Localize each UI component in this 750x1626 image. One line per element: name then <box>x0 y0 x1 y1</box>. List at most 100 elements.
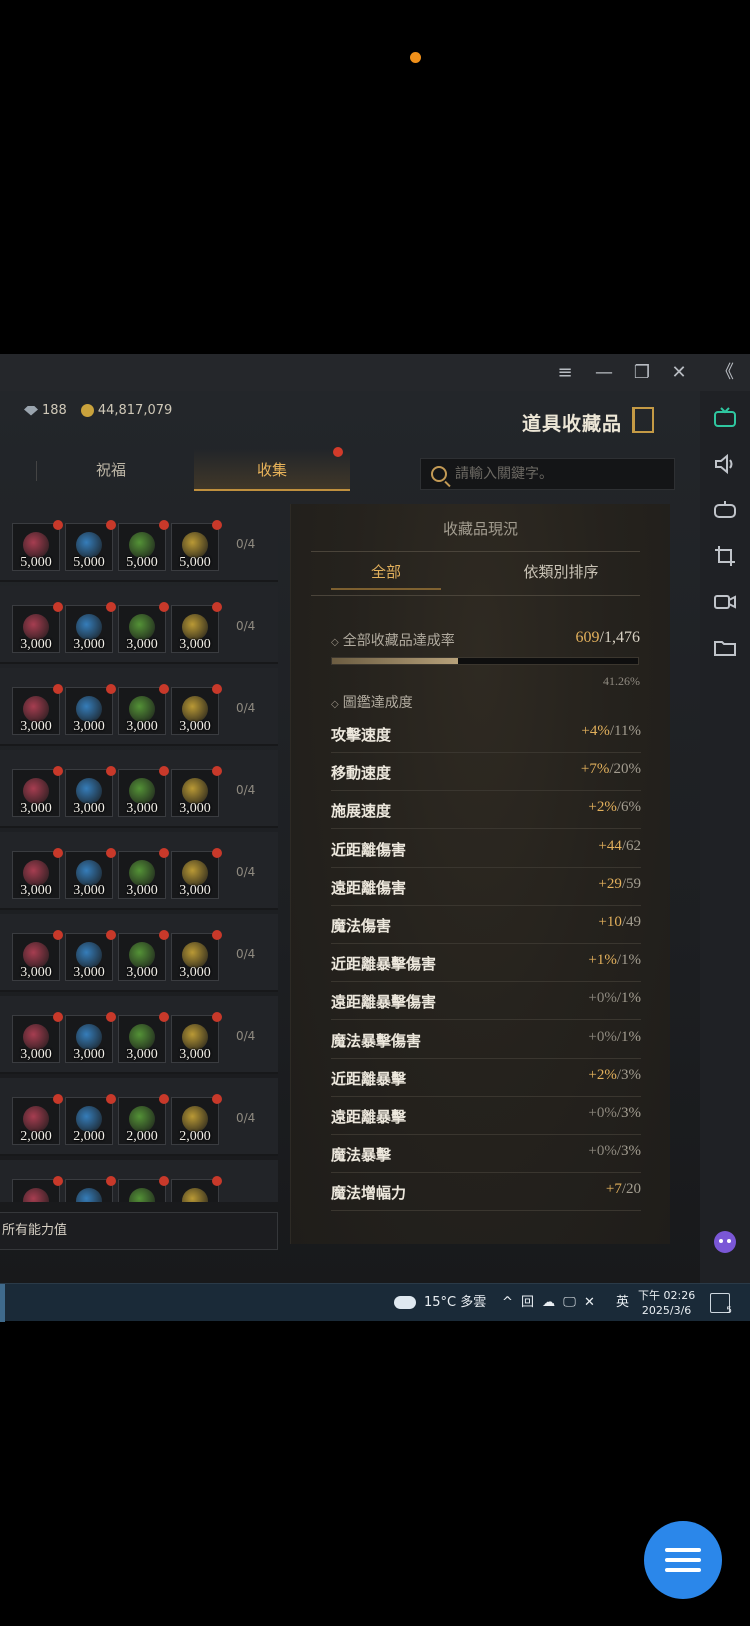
stat-name: 施展速度 <box>331 802 392 821</box>
collection-item-slot[interactable]: 3,000 <box>171 930 222 981</box>
assistant-icon[interactable] <box>712 1229 738 1255</box>
live-icon[interactable] <box>712 405 738 431</box>
collection-item-slot[interactable] <box>65 1176 116 1202</box>
collection-item-slot[interactable]: 3,000 <box>12 766 63 817</box>
collection-item-slot[interactable]: 3,000 <box>118 1012 169 1063</box>
collection-item-slot[interactable]: 2,000 <box>171 1094 222 1145</box>
tab-blessing[interactable]: 祝福 <box>36 449 186 491</box>
minimize-icon[interactable]: — <box>591 360 617 386</box>
exit-icon[interactable] <box>632 407 654 433</box>
collection-item-slot[interactable]: 3,000 <box>12 602 63 653</box>
collection-item-slot[interactable]: 3,000 <box>12 1012 63 1063</box>
collection-item-slot[interactable]: 3,000 <box>65 766 116 817</box>
collection-item-slot[interactable] <box>171 1176 222 1202</box>
volume-icon[interactable] <box>712 451 738 477</box>
collection-row[interactable]: 3,000 3,000 3,000 3,000 0/4 <box>0 750 278 828</box>
collection-item-slot[interactable]: 3,000 <box>12 684 63 735</box>
stat-max: /49 <box>621 914 641 930</box>
search-box[interactable] <box>420 458 675 490</box>
collection-row[interactable]: 3,000 3,000 3,000 3,000 0/4 <box>0 668 278 746</box>
all-stats-button[interactable]: 所有能力值 <box>0 1212 278 1250</box>
stat-name: 魔法傷害 <box>331 917 392 935</box>
collection-item-slot[interactable]: 2,000 <box>118 1094 169 1145</box>
new-badge-dot <box>159 520 169 530</box>
collection-row[interactable] <box>0 1160 278 1202</box>
collapse-sidebar-icon[interactable]: 《 <box>712 360 738 386</box>
stat-max: /1% <box>616 1028 641 1045</box>
collection-item-slot[interactable]: 3,000 <box>171 684 222 735</box>
folder-icon[interactable] <box>712 635 738 661</box>
collection-list: 5,000 5,000 5,000 5,000 0/4 3,000 3,000 3,000 3,… <box>0 504 278 1202</box>
new-badge-dot <box>53 684 63 694</box>
item-quantity: 3,000 <box>73 965 105 980</box>
notification-center-icon[interactable]: 5 <box>710 1293 732 1316</box>
new-badge-dot <box>212 848 222 858</box>
collection-row[interactable]: 5,000 5,000 5,000 5,000 0/4 <box>0 504 278 582</box>
collection-item-slot[interactable]: 5,000 <box>118 520 169 571</box>
close-icon[interactable]: ✕ <box>666 360 692 386</box>
collection-item-slot[interactable]: 3,000 <box>65 602 116 653</box>
new-badge-dot <box>106 766 116 776</box>
row-progress: 0/4 <box>236 1029 256 1043</box>
collection-row[interactable]: 3,000 3,000 3,000 3,000 0/4 <box>0 586 278 664</box>
item-quantity: 3,000 <box>179 883 211 898</box>
row-progress: 0/4 <box>236 537 256 551</box>
collection-item-slot[interactable]: 5,000 <box>65 520 116 571</box>
search-input[interactable] <box>455 466 665 482</box>
stat-max: /20% <box>609 761 641 778</box>
floating-menu-button[interactable] <box>644 1521 722 1599</box>
menu-icon[interactable]: ≡ <box>552 360 578 386</box>
weather-text[interactable]: 15°C 多雲 <box>424 1284 486 1322</box>
notification-dot <box>333 447 343 457</box>
record-icon[interactable] <box>712 589 738 615</box>
language-indicator[interactable]: 英 <box>616 1284 629 1322</box>
collection-row[interactable]: 3,000 3,000 3,000 3,000 0/4 <box>0 914 278 992</box>
progress-fill <box>332 658 459 664</box>
emulator-window: ≡ — ❐ ✕ 《 188 44,817,079 道具收藏品 祝福 收集 請輸入… <box>0 354 750 1284</box>
collection-row[interactable]: 3,000 3,000 3,000 3,000 0/4 <box>0 832 278 910</box>
stat-row: 移動速度 +7%/20% <box>331 752 641 792</box>
collection-item-slot[interactable]: 3,000 <box>12 930 63 981</box>
collection-row[interactable]: 3,000 3,000 3,000 3,000 0/4 <box>0 996 278 1074</box>
new-badge-dot <box>53 602 63 612</box>
stat-value: +0%/3% <box>588 1105 641 1122</box>
collection-item-slot[interactable]: 2,000 <box>12 1094 63 1145</box>
item-quantity: 3,000 <box>73 1047 105 1062</box>
row-progress: 0/4 <box>236 947 256 961</box>
tab-collection[interactable]: 收集 <box>194 449 350 491</box>
tray-icons[interactable]: ^ 回 ☁ 🖵 ✕ <box>502 1284 597 1322</box>
tab-all[interactable]: 全部 <box>311 552 461 592</box>
item-quantity: 2,000 <box>73 1129 105 1144</box>
clock[interactable]: 下午 02:26 2025/3/6 <box>638 1288 695 1318</box>
collection-item-slot[interactable]: 5,000 <box>171 520 222 571</box>
collection-item-slot[interactable] <box>118 1176 169 1202</box>
new-badge-dot <box>53 1012 63 1022</box>
gold-coin-icon <box>80 404 94 417</box>
tab-sort-by-category[interactable]: 依類別排序 <box>476 552 646 592</box>
collection-item-slot[interactable]: 3,000 <box>12 848 63 899</box>
gamepad-icon[interactable] <box>712 497 738 523</box>
collection-item-slot[interactable]: 3,000 <box>118 930 169 981</box>
collection-item-slot[interactable]: 5,000 <box>12 520 63 571</box>
new-badge-dot <box>106 930 116 940</box>
collection-item-slot[interactable]: 3,000 <box>171 766 222 817</box>
collection-status-panel: 收藏品現況 全部 依類別排序 全部收藏品達成率 609/1,476 41.26%… <box>290 504 670 1244</box>
collection-item-slot[interactable]: 3,000 <box>65 684 116 735</box>
collection-item-slot[interactable]: 3,000 <box>171 602 222 653</box>
collection-item-slot[interactable]: 3,000 <box>171 848 222 899</box>
gem-amount: 188 <box>42 403 67 418</box>
collection-item-slot[interactable]: 3,000 <box>65 930 116 981</box>
crop-icon[interactable] <box>712 543 738 569</box>
collection-item-slot[interactable]: 3,000 <box>118 766 169 817</box>
collection-item-slot[interactable]: 3,000 <box>65 848 116 899</box>
collection-item-slot[interactable]: 3,000 <box>118 684 169 735</box>
collection-item-slot[interactable]: 2,000 <box>65 1094 116 1145</box>
collection-item-slot[interactable]: 3,000 <box>65 1012 116 1063</box>
collection-item-slot[interactable]: 3,000 <box>118 602 169 653</box>
collection-row[interactable]: 2,000 2,000 2,000 2,000 0/4 <box>0 1078 278 1156</box>
collection-item-slot[interactable]: 3,000 <box>118 848 169 899</box>
collection-item-slot[interactable] <box>12 1176 63 1202</box>
restore-icon[interactable]: ❐ <box>629 360 655 386</box>
stat-name: 近距離暴擊 <box>331 1069 407 1088</box>
collection-item-slot[interactable]: 3,000 <box>171 1012 222 1063</box>
